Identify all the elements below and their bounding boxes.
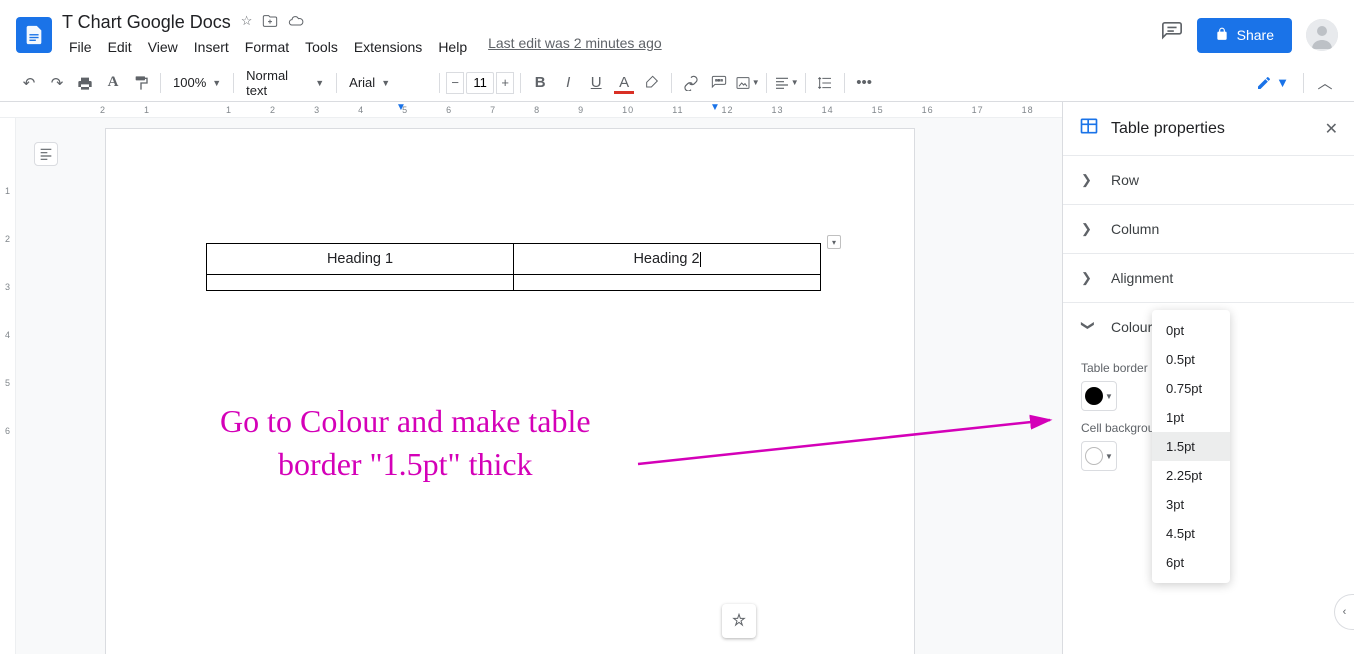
share-button[interactable]: Share: [1197, 18, 1292, 53]
border-width-option[interactable]: 3pt: [1152, 490, 1230, 519]
text-color-icon[interactable]: A: [611, 70, 637, 96]
move-icon[interactable]: [262, 13, 278, 32]
underline-icon[interactable]: U: [583, 70, 609, 96]
zoom-select[interactable]: 100%▼: [167, 70, 227, 96]
font-size-decrease[interactable]: −: [446, 72, 464, 94]
print-icon[interactable]: [72, 70, 98, 96]
outline-toggle-icon[interactable]: [34, 142, 58, 166]
paint-format-icon[interactable]: [128, 70, 154, 96]
user-avatar[interactable]: [1306, 19, 1338, 51]
spellcheck-icon[interactable]: A: [100, 70, 126, 96]
chevron-down-icon: ❯: [1080, 320, 1096, 334]
cell-bg-swatch[interactable]: ▼: [1081, 441, 1117, 471]
image-icon[interactable]: ▼: [734, 70, 760, 96]
table-cell-heading2[interactable]: Heading 2: [514, 244, 821, 275]
explore-button-icon[interactable]: [722, 604, 756, 638]
menu-format[interactable]: Format: [238, 35, 296, 59]
link-icon[interactable]: [678, 70, 704, 96]
close-icon[interactable]: ✕: [1325, 119, 1338, 139]
border-color-swatch[interactable]: ▼: [1081, 381, 1117, 411]
menu-file[interactable]: File: [62, 35, 99, 59]
border-width-option[interactable]: 0.5pt: [1152, 345, 1230, 374]
border-width-option[interactable]: 0pt: [1152, 316, 1230, 345]
border-width-option[interactable]: 4.5pt: [1152, 519, 1230, 548]
border-width-option[interactable]: 1pt: [1152, 403, 1230, 432]
font-select[interactable]: Arial▼: [343, 70, 433, 96]
table-cell-empty[interactable]: [514, 275, 821, 291]
document-page[interactable]: Heading 1 Heading 2 ▾: [105, 128, 915, 654]
black-circle-icon: [1085, 387, 1103, 405]
vertical-ruler[interactable]: 123456: [0, 118, 16, 654]
chevron-right-icon: ❯: [1081, 270, 1095, 286]
highlight-icon[interactable]: [639, 70, 665, 96]
style-select[interactable]: Normal text▼: [240, 70, 330, 96]
docs-logo-icon[interactable]: [16, 17, 52, 53]
menu-extensions[interactable]: Extensions: [347, 35, 429, 59]
toolbar: ↶ ↷ A 100%▼ Normal text▼ Arial▼ − + B I …: [0, 64, 1354, 102]
font-size-increase[interactable]: +: [496, 72, 514, 94]
comments-icon[interactable]: [1161, 21, 1183, 49]
align-icon[interactable]: ▼: [773, 70, 799, 96]
section-row[interactable]: ❯ Row: [1063, 156, 1354, 204]
menu-help[interactable]: Help: [431, 35, 474, 59]
chevron-right-icon: ❯: [1081, 172, 1095, 188]
horizontal-ruler[interactable]: 2112345678910111213141516171819 ▼ ▼: [0, 102, 1062, 118]
title-area: T Chart Google Docs ☆ File Edit View Ins…: [62, 12, 1161, 59]
section-column[interactable]: ❯ Column: [1063, 205, 1354, 253]
document-area[interactable]: 2112345678910111213141516171819 ▼ ▼ 1234…: [0, 102, 1062, 654]
line-spacing-icon[interactable]: [812, 70, 838, 96]
border-width-option[interactable]: 2.25pt: [1152, 461, 1230, 490]
redo-icon[interactable]: ↷: [44, 70, 70, 96]
menu-view[interactable]: View: [141, 35, 185, 59]
collapse-icon[interactable]: ︿: [1312, 70, 1338, 96]
bold-icon[interactable]: B: [527, 70, 553, 96]
editing-mode[interactable]: ▼: [1250, 75, 1295, 91]
menu-edit[interactable]: Edit: [101, 35, 139, 59]
caret-icon: ▼: [1105, 392, 1113, 401]
border-width-option[interactable]: 0.75pt: [1152, 374, 1230, 403]
menu-tools[interactable]: Tools: [298, 35, 345, 59]
font-size-input[interactable]: [466, 72, 494, 94]
table-cell-heading1[interactable]: Heading 1: [207, 244, 514, 275]
menu-insert[interactable]: Insert: [187, 35, 236, 59]
white-circle-icon: [1085, 447, 1103, 465]
italic-icon[interactable]: I: [555, 70, 581, 96]
document-title[interactable]: T Chart Google Docs: [62, 12, 231, 33]
workspace: 2112345678910111213141516171819 ▼ ▼ 1234…: [0, 102, 1354, 654]
border-width-dropdown: 0pt0.5pt0.75pt1pt1.5pt2.25pt3pt4.5pt6pt: [1152, 310, 1230, 583]
last-edit-link[interactable]: Last edit was 2 minutes ago: [488, 35, 662, 59]
app-header: T Chart Google Docs ☆ File Edit View Ins…: [0, 0, 1354, 64]
font-size-control: − +: [446, 72, 514, 94]
border-width-option[interactable]: 6pt: [1152, 548, 1230, 577]
undo-icon[interactable]: ↶: [16, 70, 42, 96]
more-icon[interactable]: •••: [851, 70, 877, 96]
star-icon[interactable]: ☆: [241, 13, 253, 32]
border-width-option[interactable]: 1.5pt: [1152, 432, 1230, 461]
share-label: Share: [1237, 27, 1274, 43]
menu-bar: File Edit View Insert Format Tools Exten…: [62, 35, 1161, 59]
document-table[interactable]: Heading 1 Heading 2: [206, 243, 821, 291]
sidebar-title: Table properties: [1111, 120, 1313, 138]
lock-icon: [1215, 27, 1229, 44]
cloud-icon[interactable]: [288, 13, 304, 32]
table-handle-icon[interactable]: ▾: [827, 235, 841, 249]
table-icon: [1079, 116, 1099, 141]
comment-icon[interactable]: [706, 70, 732, 96]
table-cell-empty[interactable]: [207, 275, 514, 291]
section-alignment[interactable]: ❯ Alignment: [1063, 254, 1354, 302]
caret-icon: ▼: [1105, 452, 1113, 461]
chevron-right-icon: ❯: [1081, 221, 1095, 237]
